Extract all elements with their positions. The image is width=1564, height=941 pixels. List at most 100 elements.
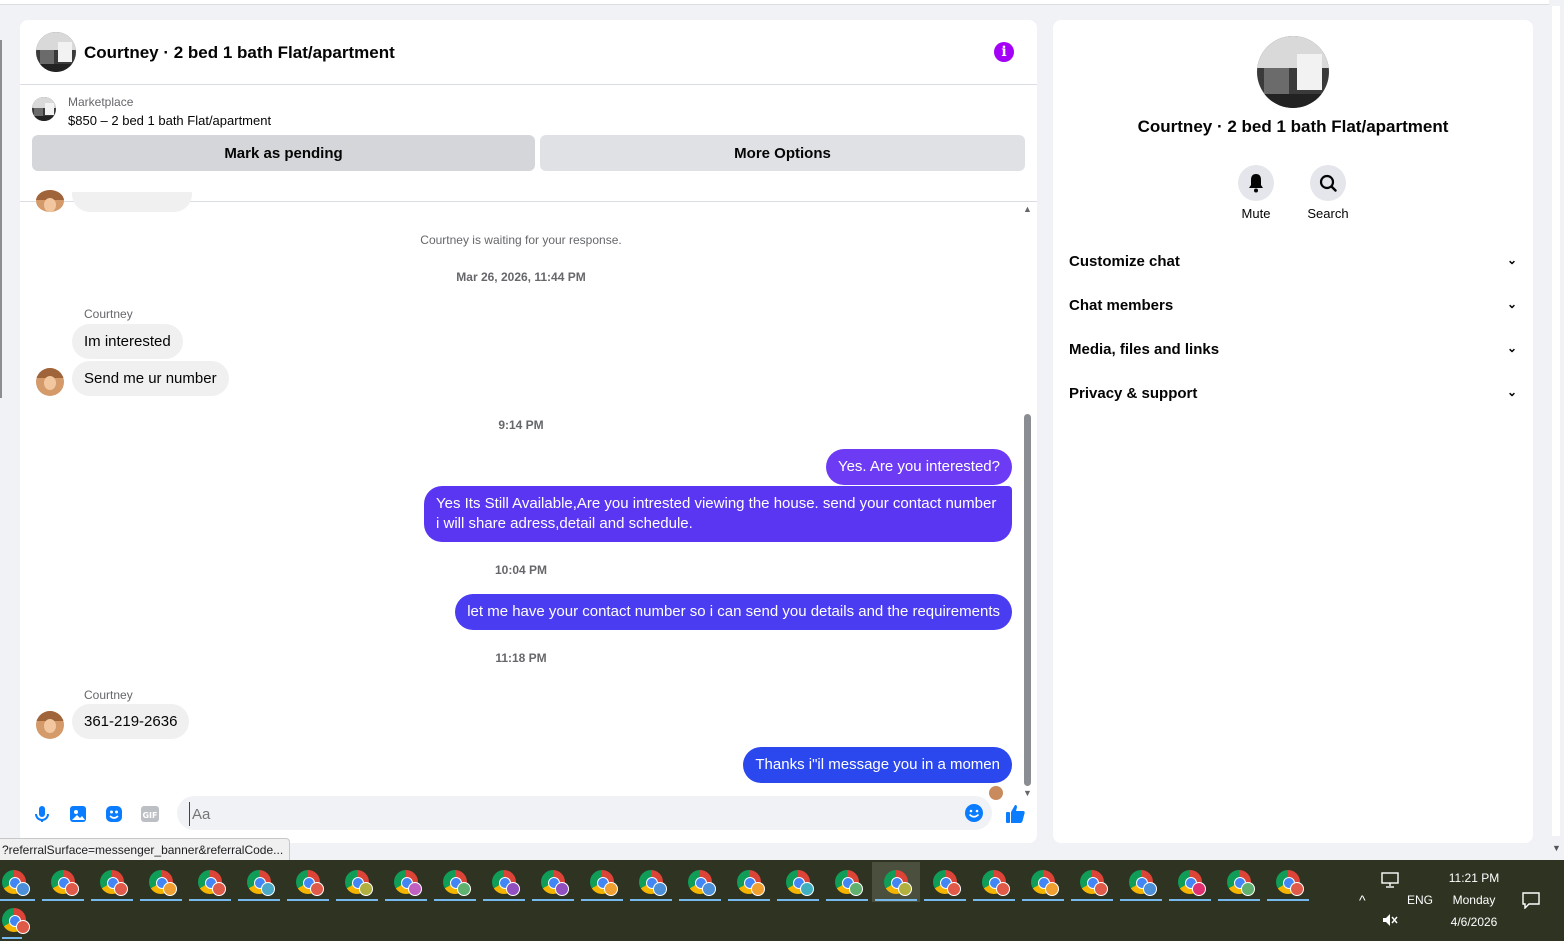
profile-badge-icon <box>702 882 716 896</box>
bell-icon <box>1249 174 1263 193</box>
taskbar-chrome-app[interactable] <box>0 900 38 940</box>
message-list[interactable]: Courtney is waiting for your response. M… <box>20 190 1037 800</box>
left-scroll-edge <box>0 40 2 398</box>
taskbar-chrome-app[interactable] <box>284 862 332 902</box>
listing-price-title[interactable]: $850 – 2 bed 1 bath Flat/apartment <box>68 113 271 128</box>
microphone-icon[interactable] <box>32 804 52 824</box>
outgoing-message[interactable]: Thanks i"il message you in a momen <box>743 747 1012 783</box>
timestamp: 9:14 PM <box>498 418 544 432</box>
profile-badge-icon <box>751 882 765 896</box>
clock-date[interactable]: 4/6/2026 <box>1438 915 1510 929</box>
clock-day[interactable]: Monday <box>1438 893 1510 907</box>
svg-text:GIF: GIF <box>142 811 157 820</box>
section-label: Customize chat <box>1069 253 1180 270</box>
message-scrollbar[interactable]: ▲ ▼ <box>1022 202 1034 802</box>
taskbar-chrome-app[interactable] <box>137 862 185 902</box>
mute-button[interactable] <box>1238 165 1274 201</box>
page-scrollbar[interactable]: ▼ <box>1549 0 1564 858</box>
taskbar-chrome-app[interactable] <box>627 862 675 902</box>
contact-avatar[interactable] <box>36 190 64 212</box>
outgoing-message[interactable]: Yes. Are you interested? <box>825 449 1012 485</box>
chevron-down-icon: ⌄ <box>1506 385 1517 399</box>
taskbar-chrome-app[interactable] <box>480 862 528 902</box>
clock-time[interactable]: 11:21 PM <box>1438 871 1510 885</box>
taskbar-chrome-app[interactable] <box>431 862 479 902</box>
chevron-up-icon[interactable]: ^ <box>1359 892 1366 908</box>
mark-as-pending-button[interactable]: Mark as pending <box>32 135 535 171</box>
taskbar-chrome-app[interactable] <box>1166 862 1214 902</box>
message-input[interactable] <box>189 802 954 826</box>
status-url-tooltip: ?referralSurface=messenger_banner&referr… <box>0 838 291 862</box>
taskbar-chrome-app[interactable] <box>970 862 1018 902</box>
message-input-box[interactable] <box>177 796 992 830</box>
chevron-down-icon: ⌄ <box>1506 341 1517 355</box>
incoming-message[interactable]: Send me ur number <box>72 361 229 396</box>
windows-taskbar: ^ ENG 11:21 PM Monday 4/6/2026 <box>0 860 1564 941</box>
taskbar-chrome-app[interactable] <box>529 862 577 902</box>
timestamp: 11:18 PM <box>495 651 547 665</box>
taskbar-chrome-app[interactable] <box>725 862 773 902</box>
outgoing-message[interactable]: let me have your contact number so i can… <box>455 594 1012 630</box>
listing-avatar[interactable] <box>36 32 76 72</box>
scroll-up-arrow[interactable]: ▲ <box>1023 204 1032 214</box>
timestamp: Mar 26, 2026, 11:44 PM <box>456 270 586 284</box>
taskbar-chrome-app[interactable] <box>1264 862 1312 902</box>
taskbar-chrome-app[interactable] <box>1117 862 1165 902</box>
gif-icon[interactable]: GIF <box>140 804 160 824</box>
volume-muted-icon[interactable] <box>1381 912 1399 928</box>
taskbar-chrome-app[interactable] <box>921 862 969 902</box>
section-media-files-links[interactable]: Media, files and links ⌄ <box>1069 341 1517 361</box>
taskbar-chrome-app[interactable] <box>39 862 87 902</box>
section-label: Privacy & support <box>1069 385 1198 402</box>
waiting-notice: Courtney is waiting for your response. <box>420 233 622 247</box>
profile-badge-icon <box>898 882 912 896</box>
profile-badge-icon <box>849 882 863 896</box>
taskbar-chrome-app[interactable] <box>578 862 626 902</box>
section-privacy-support[interactable]: Privacy & support ⌄ <box>1069 385 1517 405</box>
marketplace-thumbnail[interactable] <box>32 97 56 121</box>
taskbar-chrome-app[interactable] <box>1215 862 1263 902</box>
sticker-icon[interactable] <box>104 804 124 824</box>
section-chat-members[interactable]: Chat members ⌄ <box>1069 297 1517 317</box>
search-button[interactable] <box>1310 165 1346 201</box>
profile-badge-icon <box>996 882 1010 896</box>
taskbar-chrome-app[interactable] <box>88 862 136 902</box>
panel-listing-avatar[interactable] <box>1257 36 1329 108</box>
outgoing-message[interactable]: Yes Its Still Available,Are you intreste… <box>424 486 1012 542</box>
taskbar-chrome-app[interactable] <box>872 862 920 902</box>
section-customize-chat[interactable]: Customize chat ⌄ <box>1069 253 1517 273</box>
network-icon[interactable] <box>1381 872 1399 888</box>
incoming-message[interactable]: Im interested <box>72 324 183 359</box>
chevron-down-icon: ⌄ <box>1506 253 1517 267</box>
thumbs-up-icon[interactable] <box>1004 803 1026 825</box>
page-scroll-down-arrow[interactable]: ▼ <box>1552 843 1561 853</box>
taskbar-chrome-app[interactable] <box>333 862 381 902</box>
language-indicator[interactable]: ENG <box>1407 893 1433 907</box>
taskbar-chrome-app[interactable] <box>0 862 38 902</box>
page-scrollbar-thumb[interactable] <box>1552 6 1560 836</box>
photo-icon[interactable] <box>68 804 88 824</box>
contact-avatar[interactable] <box>36 368 64 396</box>
profile-badge-icon <box>16 920 30 934</box>
emoji-icon[interactable] <box>964 803 984 823</box>
profile-badge-icon <box>1094 882 1108 896</box>
chat-title[interactable]: Courtney · 2 bed 1 bath Flat/apartment <box>84 43 395 63</box>
more-options-button[interactable]: More Options <box>540 135 1025 171</box>
taskbar-chrome-app[interactable] <box>774 862 822 902</box>
taskbar-chrome-app[interactable] <box>1068 862 1116 902</box>
search-icon <box>1319 174 1337 192</box>
taskbar-chrome-app[interactable] <box>823 862 871 902</box>
taskbar-chrome-app[interactable] <box>1019 862 1067 902</box>
taskbar-chrome-app[interactable] <box>186 862 234 902</box>
taskbar-chrome-app[interactable] <box>382 862 430 902</box>
contact-avatar[interactable] <box>36 711 64 739</box>
profile-badge-icon <box>555 882 569 896</box>
marketplace-label: Marketplace <box>68 95 134 109</box>
taskbar-chrome-app[interactable] <box>235 862 283 902</box>
message-scrollbar-thumb[interactable] <box>1024 414 1031 786</box>
incoming-message[interactable]: 361-219-2636 <box>72 704 190 739</box>
notification-center-icon[interactable] <box>1521 891 1541 909</box>
profile-badge-icon <box>1241 882 1255 896</box>
taskbar-chrome-app[interactable] <box>676 862 724 902</box>
info-icon[interactable]: i <box>994 42 1014 62</box>
